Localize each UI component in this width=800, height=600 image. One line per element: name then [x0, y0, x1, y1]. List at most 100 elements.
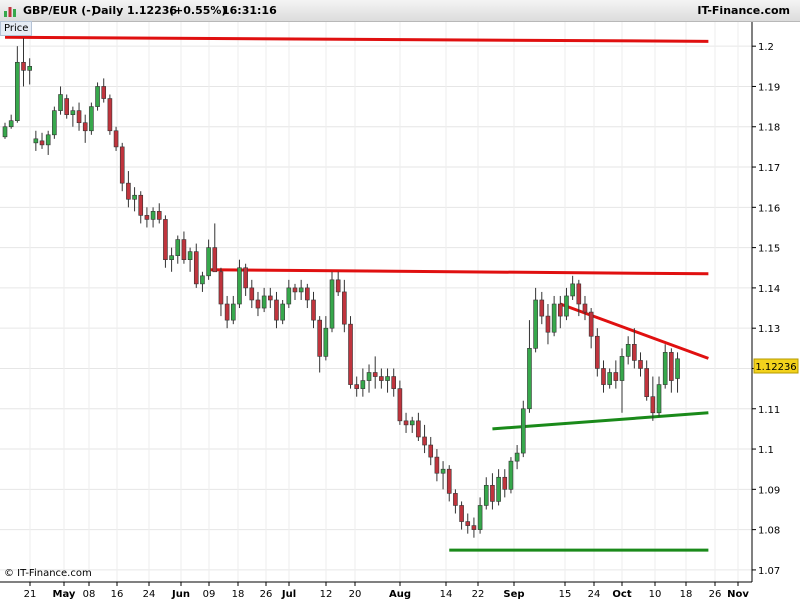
candle-up [625, 344, 631, 357]
y-tick-label: 1.15 [758, 244, 780, 255]
candle-down [64, 98, 69, 115]
candle-down [354, 384, 359, 389]
candle-up [89, 106, 94, 132]
chart-icon [4, 7, 16, 17]
candle-down [212, 247, 218, 273]
candle-down [21, 61, 26, 71]
candle-down [459, 505, 464, 522]
candle-down [428, 444, 434, 458]
candle-up [298, 287, 304, 293]
candle-up [329, 279, 335, 329]
price-series-tag[interactable]: Price [0, 21, 33, 36]
symbol-title: GBP/EUR (-) [23, 4, 96, 17]
y-tick-label: 1.16 [758, 203, 780, 214]
y-axis-ticks: 1.21.191.181.171.161.151.141.131.121.111… [752, 42, 780, 577]
candle-up [607, 372, 612, 385]
x-tick-label: Aug [389, 589, 411, 600]
candle-down [453, 493, 458, 506]
candle-down [311, 299, 316, 321]
candle-up [564, 295, 569, 317]
x-tick-label: 22 [472, 589, 485, 600]
candle-down [255, 299, 261, 309]
candle-down [391, 376, 397, 389]
candle-down [471, 525, 477, 530]
candle-down [113, 130, 119, 148]
candle-down [76, 110, 82, 124]
candle-up [169, 255, 174, 260]
candle-up [2, 126, 8, 138]
candle-down [669, 352, 674, 381]
candle-down [557, 303, 563, 317]
candle-up [527, 348, 532, 410]
candle-up [280, 303, 285, 321]
candle-up [132, 194, 137, 200]
x-tick-label: 16 [111, 589, 124, 600]
candle-down [539, 299, 545, 317]
candle-up [200, 275, 205, 285]
candle-down [379, 376, 384, 381]
y-tick-label: 1.19 [758, 82, 780, 93]
candle-up [175, 239, 181, 256]
y-tick-label: 1.17 [758, 163, 780, 174]
candle-down [632, 344, 637, 361]
candle-up [206, 247, 211, 277]
candle-up [286, 287, 292, 305]
y-tick-label: 1.11 [758, 405, 780, 416]
x-tick-label: 09 [203, 589, 216, 600]
candle-up [662, 352, 668, 385]
y-tick-label: 1.18 [758, 123, 780, 134]
candle-down [434, 456, 440, 474]
candle-up [52, 110, 57, 136]
candle-down [465, 521, 471, 526]
y-tick-label: 1.2 [758, 42, 774, 53]
candle-down [107, 98, 113, 132]
candle-up [533, 299, 538, 349]
x-tick-label: 26 [260, 589, 273, 600]
x-tick-label: May [53, 589, 76, 600]
x-tick-label: Nov [727, 589, 749, 600]
candle-down [397, 388, 403, 422]
candle-up [440, 468, 446, 474]
candle-down [422, 436, 427, 446]
y-tick-label: 1.09 [758, 485, 780, 496]
y-tick-label: 1.08 [758, 526, 780, 537]
candle-down [268, 295, 273, 301]
y-tick-label: 1.13 [758, 324, 780, 335]
candle-up [95, 86, 100, 107]
candle-down [292, 287, 298, 293]
candle-up [150, 211, 156, 220]
price-chart[interactable]: 1.21.191.181.171.161.151.141.131.121.111… [0, 0, 800, 600]
candle-down [39, 140, 45, 146]
candle-up [409, 420, 415, 426]
candle-up [514, 452, 520, 462]
candle-down [317, 319, 322, 357]
candle-up [230, 303, 236, 321]
candle-down [372, 372, 378, 377]
candle-up [261, 295, 267, 309]
x-tick-label: 20 [349, 589, 362, 600]
candle-up [360, 380, 366, 389]
candle-down [156, 211, 162, 220]
x-tick-label: Jun [171, 589, 190, 600]
x-tick-label: Oct [612, 589, 631, 600]
candle-down [101, 86, 107, 99]
candle-down [342, 291, 347, 325]
candle-down [446, 468, 452, 494]
candle-down [582, 303, 588, 313]
candle-up [33, 138, 39, 144]
candle-up [45, 134, 51, 146]
last-price-badge-text: 1.12236 [755, 362, 796, 373]
candle-down [274, 299, 279, 321]
x-tick-label: 26 [709, 589, 722, 600]
candle-down [650, 396, 656, 414]
candle-down [119, 146, 125, 184]
candle-down [163, 219, 168, 260]
candle-down [181, 239, 187, 260]
candle-down [644, 368, 649, 397]
candle-up [8, 120, 14, 128]
x-tick-label: 08 [83, 589, 96, 600]
candle-down [335, 279, 341, 293]
price-change: (+0.55%) [169, 4, 227, 17]
candle-down [576, 283, 582, 305]
candle-up [15, 61, 20, 122]
